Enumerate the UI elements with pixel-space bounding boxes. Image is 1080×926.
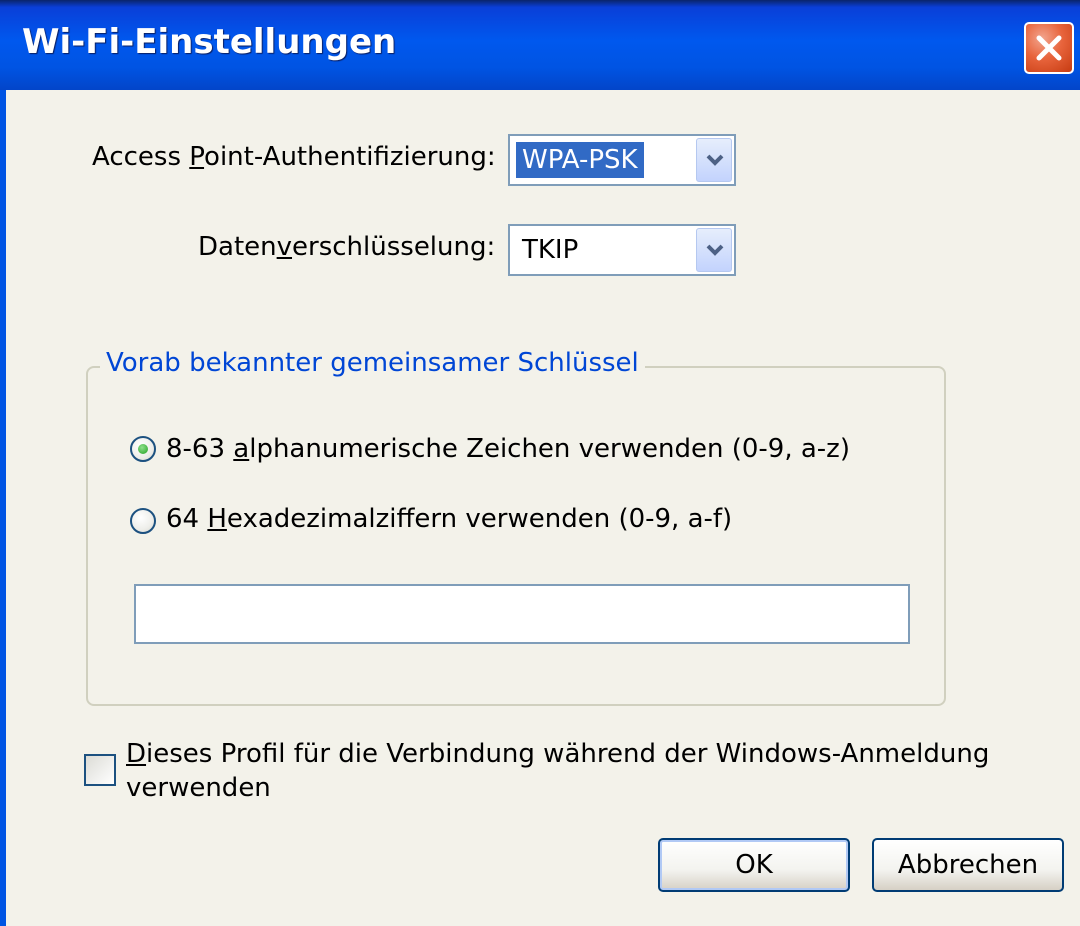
- ok-button[interactable]: OK: [658, 838, 850, 892]
- radio-selected-dot: [138, 444, 148, 454]
- encryption-dropdown[interactable]: TKIP: [508, 224, 736, 276]
- radio-alphanumeric-label[interactable]: 8-63 alphanumerische Zeichen verwenden (…: [166, 434, 850, 464]
- title-bar[interactable]: Wi-Fi-Einstellungen: [0, 0, 1080, 90]
- chevron-down-icon: [706, 244, 724, 256]
- logon-checkbox-label[interactable]: Dieses Profil für die Verbindung während…: [126, 737, 989, 805]
- key-input[interactable]: [134, 584, 910, 644]
- encryption-selected-value: TKIP: [522, 235, 579, 265]
- close-button[interactable]: [1024, 22, 1074, 74]
- auth-dropdown[interactable]: WPA-PSK: [508, 134, 736, 186]
- auth-selected-value: WPA-PSK: [516, 142, 644, 178]
- cancel-button[interactable]: Abbrechen: [872, 838, 1064, 892]
- auth-label: Access Point-Authentifizierung:: [92, 142, 496, 172]
- radio-hexadecimal[interactable]: [130, 508, 156, 534]
- radio-hexadecimal-label[interactable]: 64 Hexadezimalziffern verwenden (0-9, a-…: [166, 504, 732, 534]
- dialog-title: Wi-Fi-Einstellungen: [22, 22, 397, 62]
- logon-checkbox[interactable]: [84, 754, 116, 786]
- psk-groupbox: [86, 366, 946, 706]
- encryption-label: Datenverschlüsselung:: [198, 232, 496, 262]
- radio-alphanumeric[interactable]: [130, 436, 156, 462]
- psk-group-title: Vorab bekannter gemeinsamer Schlüssel: [100, 348, 645, 378]
- chevron-down-icon: [706, 154, 724, 166]
- auth-dropdown-button[interactable]: [696, 138, 732, 182]
- close-icon: [1036, 35, 1062, 61]
- encryption-dropdown-button[interactable]: [696, 228, 732, 272]
- wifi-settings-dialog: Wi-Fi-Einstellungen Access Point-Authent…: [0, 0, 1080, 926]
